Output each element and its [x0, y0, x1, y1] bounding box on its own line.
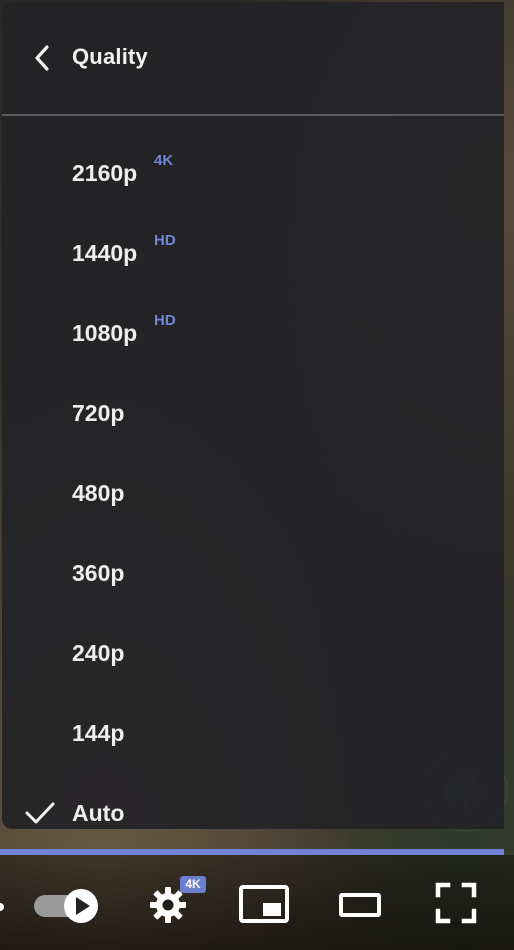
quality-option-360p[interactable]: 360p [2, 532, 504, 612]
quality-option-2160p[interactable]: 2160p 4K [2, 132, 504, 212]
checkmark-icon [25, 802, 55, 824]
option-label: 360p [72, 560, 125, 586]
fullscreen-icon [435, 882, 477, 924]
quality-option-720p[interactable]: 720p [2, 372, 504, 452]
quality-option-480p[interactable]: 480p [2, 452, 504, 532]
quality-option-1440p[interactable]: 1440p HD [2, 212, 504, 292]
option-label: Auto [72, 800, 125, 826]
option-label: 144p [72, 720, 125, 746]
quality-badge: 4K [180, 876, 206, 893]
quality-option-auto[interactable]: Auto [2, 772, 504, 829]
miniplayer-button[interactable] [238, 883, 290, 925]
quality-option-240p[interactable]: 240p [2, 612, 504, 692]
resolution-badge: HD [154, 312, 176, 329]
back-button[interactable] [24, 38, 60, 78]
theater-mode-button[interactable] [338, 891, 382, 919]
scrubber-dot[interactable] [0, 903, 4, 911]
resolution-badge: HD [154, 232, 176, 249]
option-label: 1440p [72, 240, 138, 266]
quality-option-144p[interactable]: 144p [2, 692, 504, 772]
resolution-badge: 4K [154, 152, 174, 169]
option-label: 720p [72, 400, 125, 426]
quality-menu: Quality 2160p 4K 1440p HD 1080p HD 720p … [2, 2, 504, 829]
option-label: 480p [72, 480, 125, 506]
option-label: 1080p [72, 320, 138, 346]
chevron-left-icon [35, 45, 49, 71]
player-controls: 4K [0, 855, 514, 950]
quality-option-1080p[interactable]: 1080p HD [2, 292, 504, 372]
quality-menu-header: Quality [2, 2, 504, 116]
theater-mode-icon [339, 893, 381, 917]
autoplay-toggle-icon [34, 889, 98, 923]
menu-title: Quality [72, 44, 148, 69]
miniplayer-icon [239, 885, 289, 923]
fullscreen-button[interactable] [434, 881, 478, 925]
autoplay-toggle[interactable] [32, 888, 102, 924]
option-label: 240p [72, 640, 125, 666]
option-label: 2160p [72, 160, 138, 186]
